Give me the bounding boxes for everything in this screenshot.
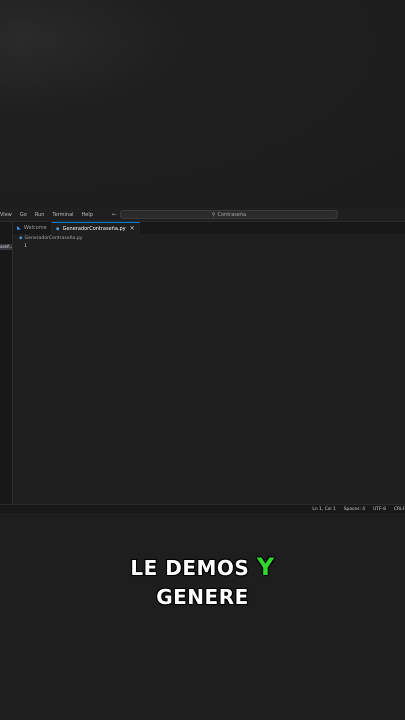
- menu-help[interactable]: Help: [78, 212, 97, 218]
- status-eol[interactable]: CRLF: [394, 507, 405, 512]
- command-center-search[interactable]: ⚲ Contraseña: [120, 210, 338, 219]
- blurred-background: [0, 0, 405, 208]
- menu-view[interactable]: View: [0, 212, 16, 218]
- back-arrow-icon[interactable]: ←: [112, 211, 117, 218]
- search-icon: ⚲: [211, 211, 216, 218]
- activity-bar: [0, 222, 13, 510]
- line-number: 1: [24, 244, 27, 249]
- tab-welcome[interactable]: ◣ Welcome: [13, 222, 52, 234]
- vscode-window: View Go Run Terminal Help ← → ⚲ Contrase…: [0, 208, 405, 513]
- status-position[interactable]: Ln 1, Col 1: [312, 507, 335, 512]
- breadcrumb-file[interactable]: GeneradorContraseña.py: [25, 236, 83, 241]
- caption-line-1: LE DEMOS Y: [0, 553, 405, 581]
- vscode-icon: ◣: [17, 225, 21, 231]
- title-bar: View Go Run Terminal Help ← → ⚲ Contrase…: [0, 208, 405, 221]
- menu-run[interactable]: Run: [31, 212, 49, 218]
- caption-prefix: LE DEMOS: [130, 556, 257, 580]
- tab-label: Welcome: [23, 225, 47, 231]
- menu-terminal[interactable]: Terminal: [48, 212, 77, 218]
- sidebar-selected-item[interactable]: aseñ...: [0, 244, 12, 250]
- tab-strip: ◣ Welcome ◆ GeneradorContraseña.py ✕: [13, 222, 405, 234]
- status-spaces[interactable]: Spaces: 4: [344, 507, 365, 512]
- close-icon[interactable]: ✕: [130, 225, 135, 232]
- breadcrumb: ◆ GeneradorContraseña.py: [19, 235, 82, 242]
- command-center-text: Contraseña: [217, 211, 247, 218]
- caption-line-2: GENERE: [156, 585, 249, 609]
- editor-area[interactable]: [13, 234, 405, 510]
- tab-label: GeneradorContraseña.py: [62, 225, 126, 232]
- tab-generador[interactable]: ◆ GeneradorContraseña.py ✕: [51, 222, 140, 234]
- python-icon: ◆: [55, 225, 60, 232]
- status-encoding[interactable]: UTF-8: [373, 507, 386, 512]
- status-bar: Ln 1, Col 1 Spaces: 4 UTF-8 CRLF: [0, 504, 405, 513]
- menu-go[interactable]: Go: [16, 212, 31, 218]
- python-icon: ◆: [19, 236, 23, 241]
- caption-highlight: Y: [256, 553, 275, 581]
